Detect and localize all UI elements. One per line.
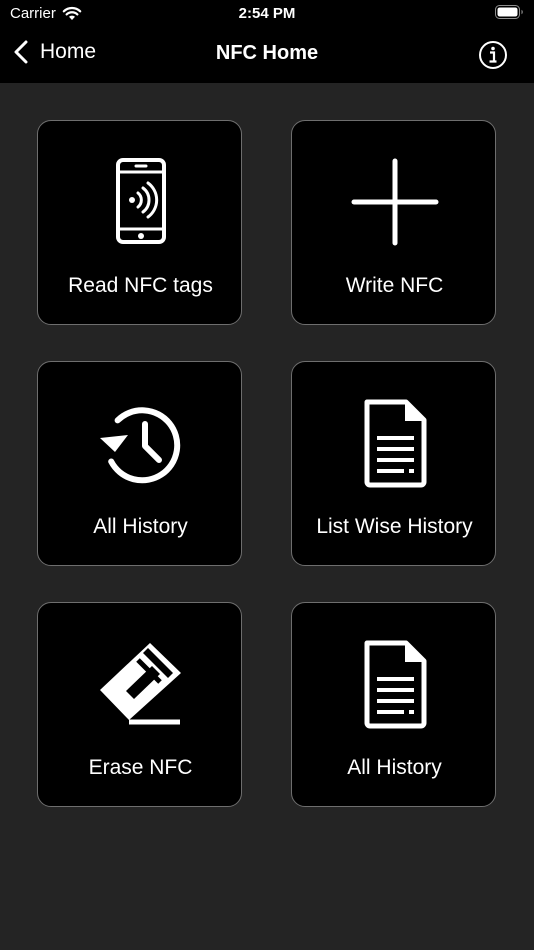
status-time: 2:54 PM bbox=[238, 5, 296, 22]
phone-nfc-icon bbox=[38, 157, 243, 247]
tile-label: Write NFC bbox=[345, 274, 444, 297]
top-bar: Carrier 2:54 PM Home NFC Home bbox=[0, 0, 534, 83]
plus-icon bbox=[292, 157, 497, 247]
eraser-icon bbox=[38, 639, 243, 729]
history-icon bbox=[38, 398, 243, 488]
tile-label: Read NFC tags bbox=[68, 274, 213, 297]
page-title: NFC Home bbox=[215, 42, 319, 64]
tile-label: List Wise History bbox=[316, 515, 473, 538]
battery-icon bbox=[495, 5, 524, 24]
read-nfc-tags-tile[interactable]: Read NFC tags bbox=[37, 120, 242, 325]
info-button[interactable] bbox=[478, 40, 508, 75]
document-icon bbox=[292, 398, 497, 488]
all-history-tile[interactable]: All History bbox=[37, 361, 242, 566]
document-icon bbox=[292, 639, 497, 729]
tile-label: All History bbox=[93, 515, 188, 538]
erase-nfc-tile[interactable]: Erase NFC bbox=[37, 602, 242, 807]
all-history-document-tile[interactable]: All History bbox=[291, 602, 496, 807]
info-icon bbox=[479, 41, 507, 69]
tile-label: Erase NFC bbox=[88, 756, 193, 779]
tile-label: All History bbox=[347, 756, 442, 779]
write-nfc-tile[interactable]: Write NFC bbox=[291, 120, 496, 325]
status-bar: Carrier 2:54 PM bbox=[0, 0, 534, 28]
list-wise-history-tile[interactable]: List Wise History bbox=[291, 361, 496, 566]
navigation-bar: Home NFC Home bbox=[0, 28, 534, 83]
